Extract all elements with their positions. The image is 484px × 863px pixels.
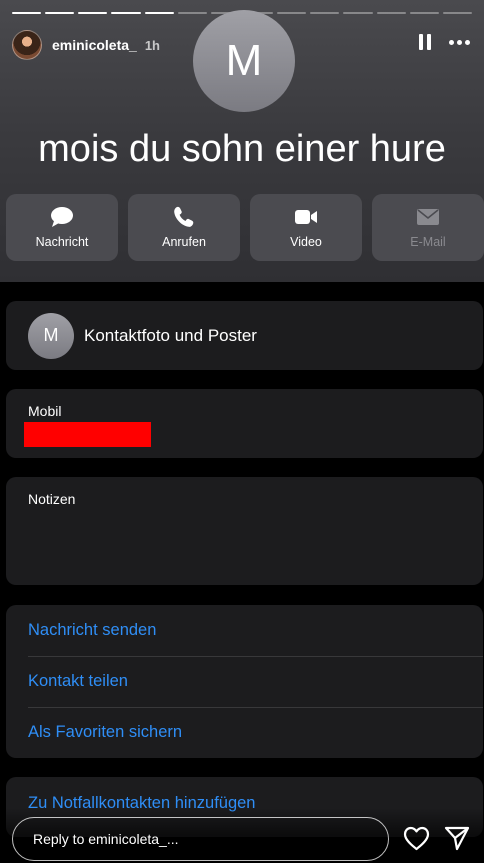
story-progress-segment <box>144 12 174 14</box>
call-action-button[interactable]: Anrufen <box>128 194 240 261</box>
video-action-button[interactable]: Video <box>250 194 362 261</box>
notes-label: Notizen <box>28 491 76 507</box>
story-controls <box>419 34 470 50</box>
story-progress-segment <box>277 12 307 14</box>
mobile-number-card[interactable]: Mobil <box>6 389 483 458</box>
story-profile-avatar[interactable] <box>12 30 42 60</box>
contact-photo-label: Kontaktfoto und Poster <box>84 325 257 345</box>
story-time: 1h <box>144 37 160 53</box>
video-camera-icon <box>295 210 317 224</box>
call-action-label: Anrufen <box>162 235 206 249</box>
story-progress-segment <box>442 12 472 14</box>
story-progress-segment <box>409 12 439 14</box>
story-progress-segment <box>343 12 373 14</box>
contact-avatar: M <box>193 10 295 112</box>
share-contact-link[interactable]: Kontakt teilen <box>6 656 483 707</box>
story-user-info[interactable]: eminicoleta_ 1h <box>12 30 160 60</box>
story-progress-segment <box>111 12 141 14</box>
contact-actions: Nachricht Anrufen Video E-Mail <box>6 194 484 261</box>
more-icon[interactable] <box>449 39 470 45</box>
redacted-phone-number <box>24 422 151 447</box>
pause-icon[interactable] <box>419 34 431 50</box>
video-action-label: Video <box>290 235 322 249</box>
message-bubble-icon <box>51 207 73 227</box>
notes-card[interactable]: Notizen <box>6 477 483 585</box>
send-icon[interactable] <box>444 826 470 851</box>
contact-photo-poster-row[interactable]: M Kontaktfoto und Poster <box>6 301 483 370</box>
message-action-label: Nachricht <box>35 235 89 249</box>
add-to-favorites-link[interactable]: Als Favoriten sichern <box>6 707 483 758</box>
story-progress-segment <box>45 12 75 14</box>
story-progress-segment <box>78 12 108 14</box>
contact-name: mois du sohn einer hure <box>38 128 446 170</box>
contact-avatar-initial: M <box>225 36 263 85</box>
email-action-label: E-Mail <box>410 235 446 249</box>
reply-input[interactable]: Reply to eminicoleta_... <box>12 817 389 861</box>
story-progress-segment <box>177 12 207 14</box>
phone-icon <box>174 206 194 227</box>
contact-options-list: Nachricht senden Kontakt teilen Als Favo… <box>6 605 483 758</box>
send-message-link[interactable]: Nachricht senden <box>6 605 483 656</box>
email-action-button[interactable]: E-Mail <box>372 194 484 261</box>
story-username[interactable]: eminicoleta_ <box>52 37 137 53</box>
message-action-button[interactable]: Nachricht <box>6 194 118 261</box>
heart-icon[interactable] <box>403 826 430 851</box>
mobile-label: Mobil <box>28 403 62 419</box>
story-progress-segment <box>376 12 406 14</box>
reply-placeholder: Reply to eminicoleta_... <box>33 831 179 847</box>
story-progress-segment <box>12 12 42 14</box>
story-progress-segment <box>310 12 340 14</box>
contact-photo-avatar: M <box>28 312 74 359</box>
envelope-icon <box>417 209 439 225</box>
contact-photo-initial: M <box>43 325 59 345</box>
